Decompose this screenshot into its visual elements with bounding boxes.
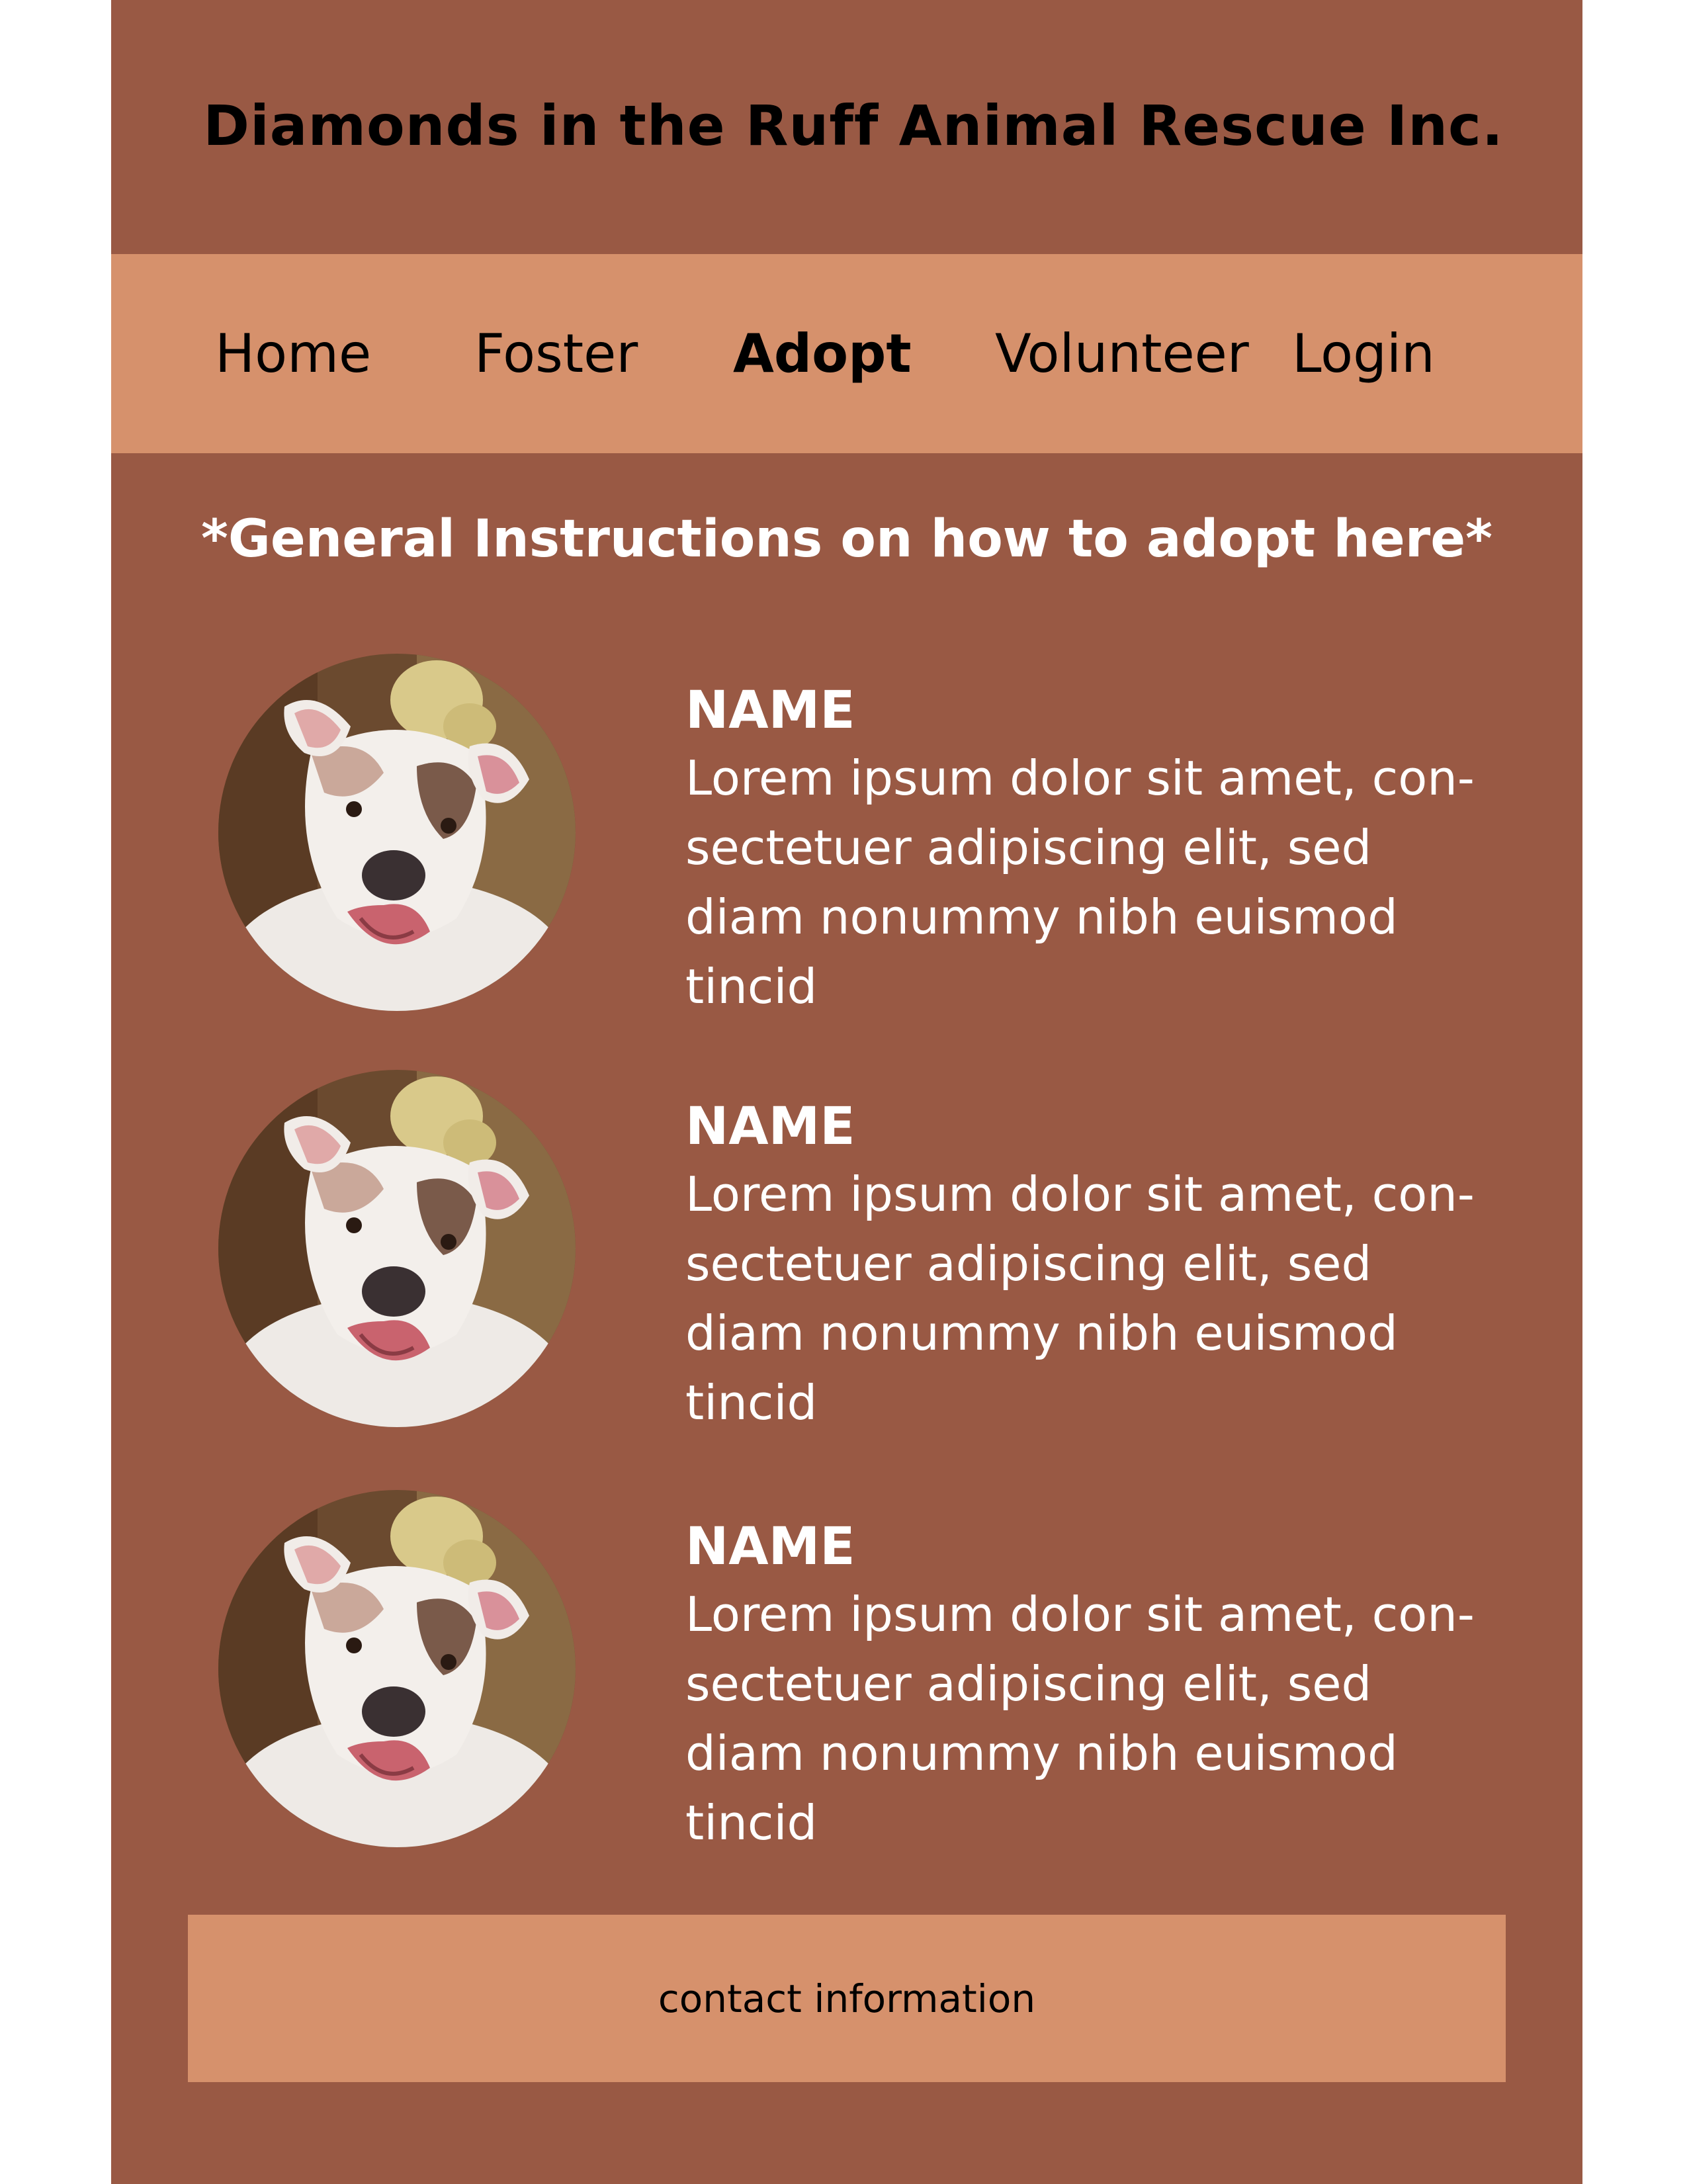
page-container: Diamonds in the Ruff Animal Rescue Inc. … (111, 0, 1582, 2184)
nav-item-login[interactable]: Login (1292, 254, 1435, 453)
dog-photo[interactable] (218, 1490, 576, 1847)
pet-card: NAME Lorem ipsum dolor sit amet, con- se… (111, 1070, 1582, 1440)
pet-info: NAME Lorem ipsum dolor sit amet, con- se… (685, 1514, 1545, 1858)
pet-card: NAME Lorem ipsum dolor sit amet, con- se… (111, 1490, 1582, 1860)
pet-description: Lorem ipsum dolor sit amet, con- sectetu… (685, 1166, 1475, 1430)
pet-info: NAME Lorem ipsum dolor sit amet, con- se… (685, 1094, 1545, 1438)
nav-item-home[interactable]: Home (215, 254, 371, 453)
nav-item-volunteer[interactable]: Volunteer (995, 254, 1249, 453)
contact-information[interactable]: contact information (658, 1976, 1035, 2021)
pet-card: NAME Lorem ipsum dolor sit amet, con- se… (111, 654, 1582, 1024)
main-navigation: Home Foster Adopt Volunteer Login (111, 254, 1582, 453)
dog-photo-icon (218, 1070, 576, 1427)
pet-info: NAME Lorem ipsum dolor sit amet, con- se… (685, 677, 1545, 1022)
site-header: Diamonds in the Ruff Animal Rescue Inc. (111, 0, 1582, 254)
pet-description: Lorem ipsum dolor sit amet, con- sectetu… (685, 1587, 1475, 1851)
adoption-instructions: *General Instructions on how to adopt he… (201, 509, 1492, 569)
dog-photo[interactable] (218, 654, 576, 1011)
dog-photo[interactable] (218, 1070, 576, 1427)
dog-photo-icon (218, 1490, 576, 1847)
dog-photo-icon (218, 654, 576, 1011)
site-title: Diamonds in the Ruff Animal Rescue Inc. (203, 93, 1504, 158)
nav-item-foster[interactable]: Foster (474, 254, 638, 453)
footer: contact information (188, 1915, 1506, 2082)
pet-name[interactable]: NAME (685, 1514, 1545, 1580)
pet-name[interactable]: NAME (685, 1094, 1545, 1160)
pet-description: Lorem ipsum dolor sit amet, con- sectetu… (685, 750, 1475, 1014)
nav-item-adopt[interactable]: Adopt (733, 254, 912, 453)
pet-name[interactable]: NAME (685, 677, 1545, 744)
